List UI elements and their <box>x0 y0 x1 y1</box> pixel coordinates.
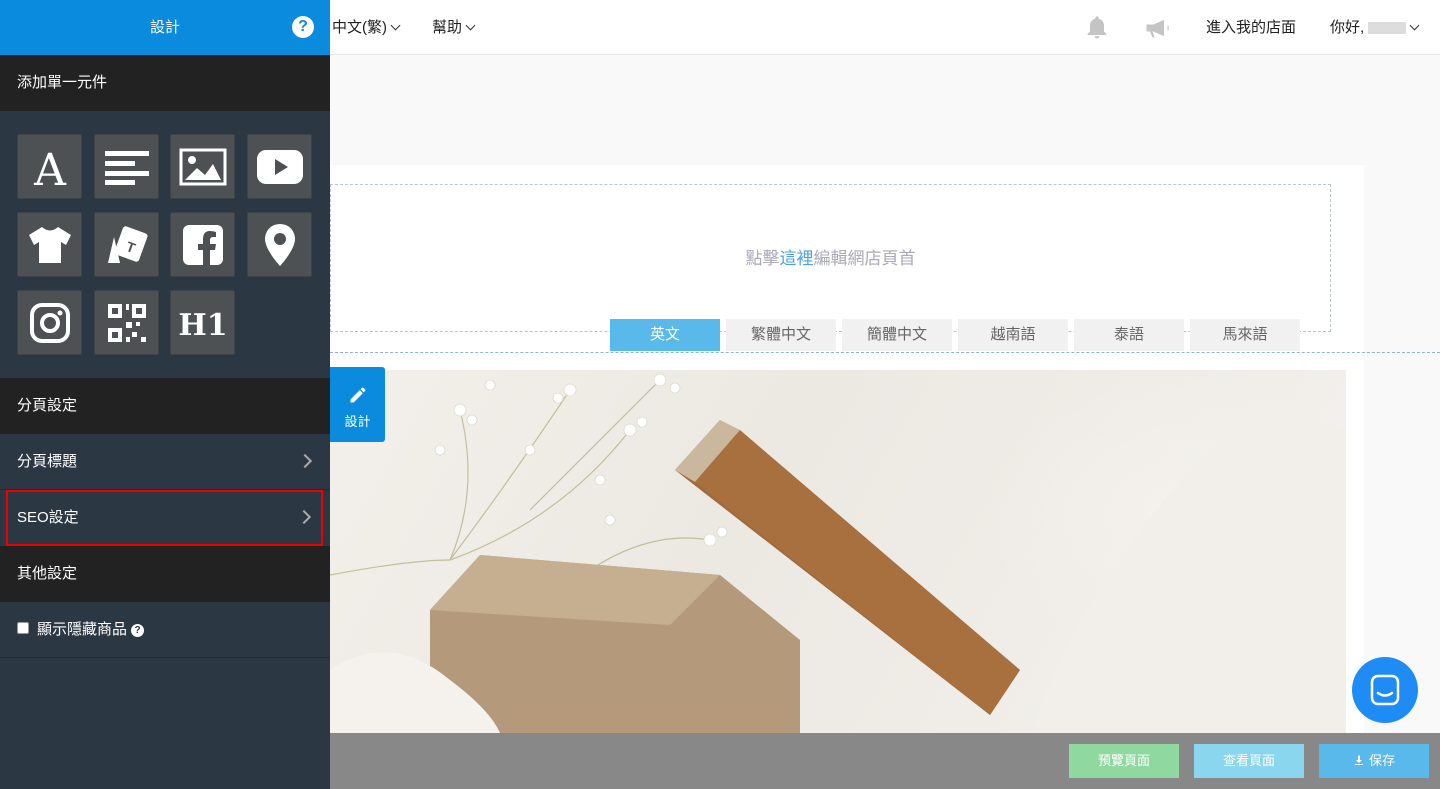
greeting-label: 你好, <box>1330 19 1365 36</box>
qr-code-widget-icon[interactable] <box>94 290 159 355</box>
chevron-down-icon <box>465 20 476 31</box>
chevron-down-icon <box>390 20 401 31</box>
language-label: 中文(繁) <box>332 19 387 36</box>
other-settings-section-title: 其他設定 <box>0 546 330 602</box>
seo-settings-item[interactable]: SEO設定 <box>6 490 323 546</box>
svg-text:H1: H1 <box>178 308 227 340</box>
header-prefix: 點擊 <box>745 249 780 268</box>
save-button[interactable]: 保存 <box>1319 744 1429 778</box>
store-header-zone[interactable]: 點擊這裡編輯網店頁首 <box>330 184 1331 332</box>
youtube-widget-icon[interactable] <box>247 134 312 199</box>
question-circle-icon[interactable]: ? <box>131 623 145 637</box>
preview-page-button[interactable]: 預覽頁面 <box>1069 744 1179 778</box>
svg-text:A: A <box>33 145 67 189</box>
header-suffix: 編輯網店頁首 <box>813 249 916 268</box>
view-page-button[interactable]: 查看頁面 <box>1194 744 1304 778</box>
instagram-widget-icon[interactable] <box>17 290 82 355</box>
widget-grid: A T H1 <box>0 111 330 378</box>
lang-tab-simplified-chinese[interactable]: 簡體中文 <box>842 319 952 351</box>
design-sidebar: 設計 ? 添加單一元件 A T H1 分頁設定 分頁標題 SEO設定 其他設定 … <box>0 0 330 789</box>
image-widget-icon[interactable] <box>170 134 235 199</box>
help-dropdown[interactable]: 幫助 <box>432 0 476 55</box>
page-title-item-label: 分頁標題 <box>17 453 78 470</box>
masked-username <box>1368 22 1407 35</box>
help-icon[interactable]: ? <box>292 16 314 38</box>
chevron-down-icon <box>1409 20 1420 31</box>
section-divider <box>330 352 1440 353</box>
lang-tab-vietnamese[interactable]: 越南語 <box>958 319 1068 351</box>
show-hidden-products-row[interactable]: 顯示隱藏商品? <box>0 602 330 658</box>
hero-banner-image[interactable] <box>330 370 1346 733</box>
language-tabs: 英文 繁體中文 簡體中文 越南語 泰語 馬來語 <box>610 319 1300 351</box>
chevron-right-icon <box>296 509 312 525</box>
show-hidden-products-checkbox[interactable] <box>17 622 29 635</box>
header-edit-link[interactable]: 這裡 <box>780 249 814 268</box>
paragraph-widget-icon[interactable] <box>94 134 159 199</box>
sidebar-title: 設計 <box>149 19 180 36</box>
lang-tab-thai[interactable]: 泰語 <box>1074 319 1184 351</box>
megaphone-icon[interactable] <box>1143 14 1171 42</box>
lang-tab-traditional-chinese[interactable]: 繁體中文 <box>726 319 836 351</box>
design-button-label: 設計 <box>344 414 371 429</box>
facebook-widget-icon[interactable] <box>170 212 235 277</box>
page-title-item[interactable]: 分頁標題 <box>0 434 330 490</box>
design-floating-button[interactable]: 設計 <box>330 367 385 442</box>
enter-store-link[interactable]: 進入我的店面 <box>1206 0 1296 55</box>
product-widget-icon[interactable] <box>17 212 82 277</box>
save-button-label: 保存 <box>1368 753 1395 768</box>
lang-tab-english[interactable]: 英文 <box>610 319 720 351</box>
bottom-action-bar: 預覽頁面 查看頁面 保存 <box>330 733 1440 789</box>
add-widget-section-title: 添加單一元件 <box>0 55 330 111</box>
pencil-icon <box>350 387 365 403</box>
language-dropdown[interactable]: 中文(繁) <box>332 0 401 55</box>
help-label: 幫助 <box>432 19 463 36</box>
chevron-right-icon <box>297 453 313 469</box>
lang-tab-malay[interactable]: 馬來語 <box>1190 319 1300 351</box>
heading-widget-icon[interactable]: H1 <box>170 290 235 355</box>
show-hidden-products-label: 顯示隱藏商品 <box>37 621 128 638</box>
text-widget-icon[interactable]: A <box>17 134 82 199</box>
chat-icon <box>1370 674 1400 706</box>
chat-support-button[interactable] <box>1352 657 1418 723</box>
category-widget-icon[interactable]: T <box>94 212 159 277</box>
page-settings-section-title: 分頁設定 <box>0 378 330 434</box>
download-icon <box>1354 755 1363 765</box>
soap-photo <box>330 373 1346 733</box>
bell-icon[interactable] <box>1083 14 1111 42</box>
account-dropdown[interactable]: 你好, <box>1330 0 1420 55</box>
map-pin-widget-icon[interactable] <box>247 212 312 277</box>
sidebar-header: 設計 ? <box>0 0 330 55</box>
seo-settings-item-label: SEO設定 <box>17 509 79 526</box>
